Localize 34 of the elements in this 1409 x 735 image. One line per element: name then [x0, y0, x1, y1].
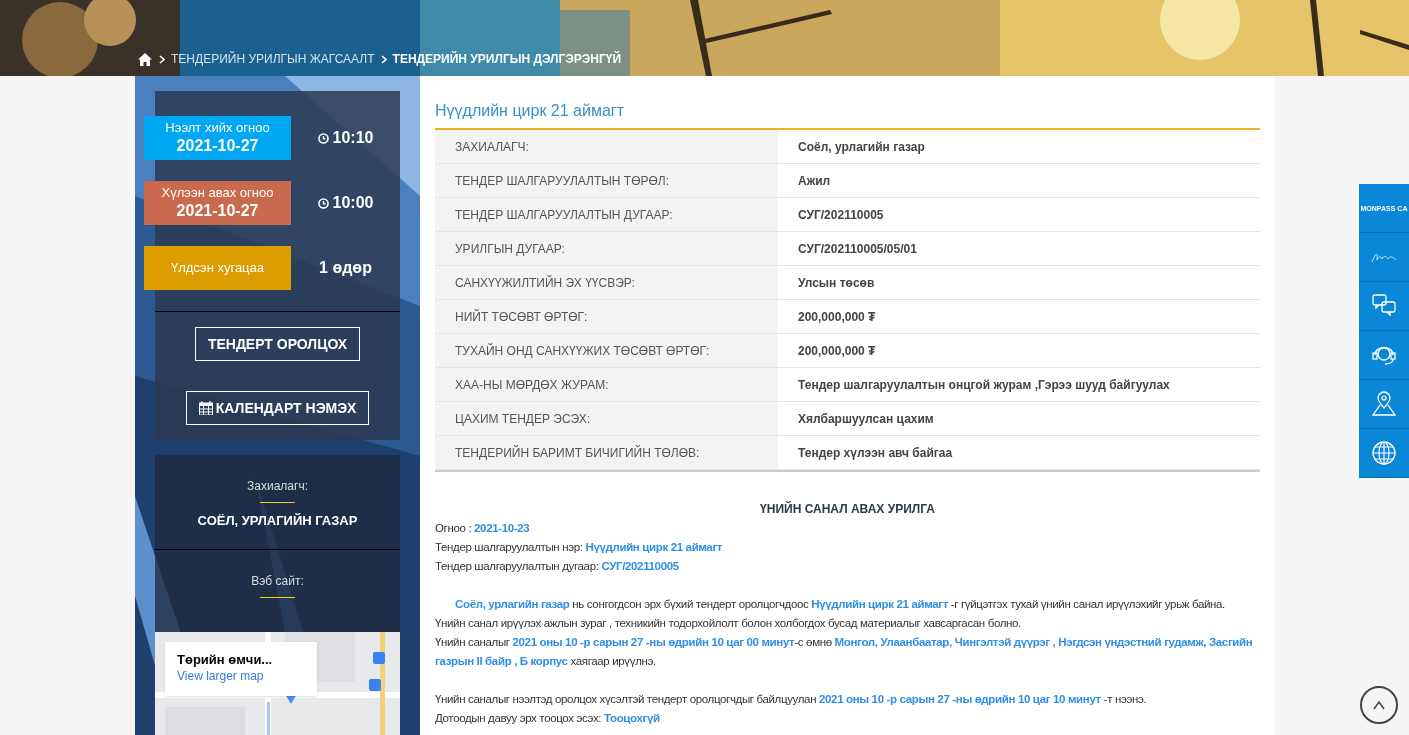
table-cell: ЗАХИАЛАГЧ: [435, 130, 778, 163]
table-cell-text: СУГ/202110005/05/01 [797, 240, 918, 258]
table-cell: НИЙТ ТӨСӨВТ ӨРТӨГ: [435, 300, 778, 333]
table-cell: САНХҮҮЖИЛТИЙН ЭХ ҮҮСВЭР: [435, 266, 778, 299]
signature-logo-icon [1371, 251, 1397, 263]
table-cell: ХАА-НЫ МӨРДӨХ ЖУРАМ: [435, 368, 778, 401]
table-cell-text: СУГ/202110005 [797, 206, 885, 224]
table-cell: ЦАХИМ ТЕНДЕР ЭСЭХ: [435, 402, 778, 435]
paragraph: Үнийн санал ирүүлэх ажлын зураг , техникийн тодорхойлолт болон холбогдох бусад материалыг хавсаргасан болно. [435, 616, 1022, 631]
table-cell-text: 200,000,000 ₮ [797, 342, 877, 360]
invitation-heading: ҮНИЙН САНАЛ АВАХ УРИЛГА [759, 500, 936, 518]
table-cell-text: Тендер хүлээн авч байгаа [797, 444, 954, 462]
paragraph: Үнийн саналыг нээлтэд оролцох хүсэлтэй тендерт оролцогчдыг байлцуулан 2021 оны 10 -р сарын 27 -ны өдрийн 10 цаг 10 минут -т нээнэ. [435, 692, 1148, 707]
table-cell-text: Тендер шалгаруулалтын онцгой журам ,Гэрээ шууд байгуулах [797, 376, 1171, 394]
table-cell: ТЕНДЕР ШАЛГАРУУЛАЛТЫН ТӨРӨЛ: [435, 164, 778, 197]
table-cell-text: Хялбаршуулсан цахим [797, 410, 935, 428]
table-cell: ТУХАЙН ОНД САНХҮҮЖИХ ТӨСӨВТ ӨРТӨГ: [435, 334, 778, 367]
scroll-to-top-button[interactable] [1360, 686, 1398, 724]
paragraph: Дотоодын давуу эрх тооцох эсэх: Тооцохгүй [435, 711, 661, 726]
table-cell: УРИЛГЫН ДУГААР: [435, 232, 778, 265]
paragraph: Соёл, урлагийн газар нь сонгогдсон эрх бүхий тендерт оролцогчдоос Нүүдлийн цирк 21 аймагт -г гүйцэтгэх тухай үнийн санал ирүүлэхийг урьж байна. [454, 597, 1226, 612]
globe-icon [1370, 439, 1398, 467]
paragraph: Үнийн саналыг 2021 оны 10 -р сарын 27 -ны өдрийн 10 цаг 00 минут-с өмнө Монгол, Улаанбаатар, Чингэлтэй дүүрэг , Нэгдсэн үндэстний гудамж, Засгийн газрын II байр , Б корпус хаягаар ирүүлнэ. [435, 635, 1254, 669]
table-cell-text: Ажил [797, 172, 832, 190]
map-pin-icon [1370, 390, 1398, 418]
table-cell: ТЕНДЕРИЙН БАРИМТ БИЧИГИЙН ТӨЛӨВ: [435, 436, 778, 469]
paragraph: Тендер шалгаруулалтын дугаар: СУГ/202110005 [435, 559, 680, 574]
paragraph: Огноо : 2021-10-23 [435, 521, 531, 536]
arrow-up-icon [1373, 700, 1385, 710]
table-cell-text: 200,000,000 ₮ [797, 308, 877, 326]
table-cell-text: Соёл, урлагийн газар [797, 138, 926, 156]
table-cell-text: Улсын төсөв [797, 274, 876, 292]
table-cell: ТЕНДЕР ШАЛГАРУУЛАЛТЫН ДУГААР: [435, 198, 778, 231]
paragraph: Тендер шалгаруулалтын нэр: Нүүдлийн цирк 21 аймагт [435, 540, 724, 555]
